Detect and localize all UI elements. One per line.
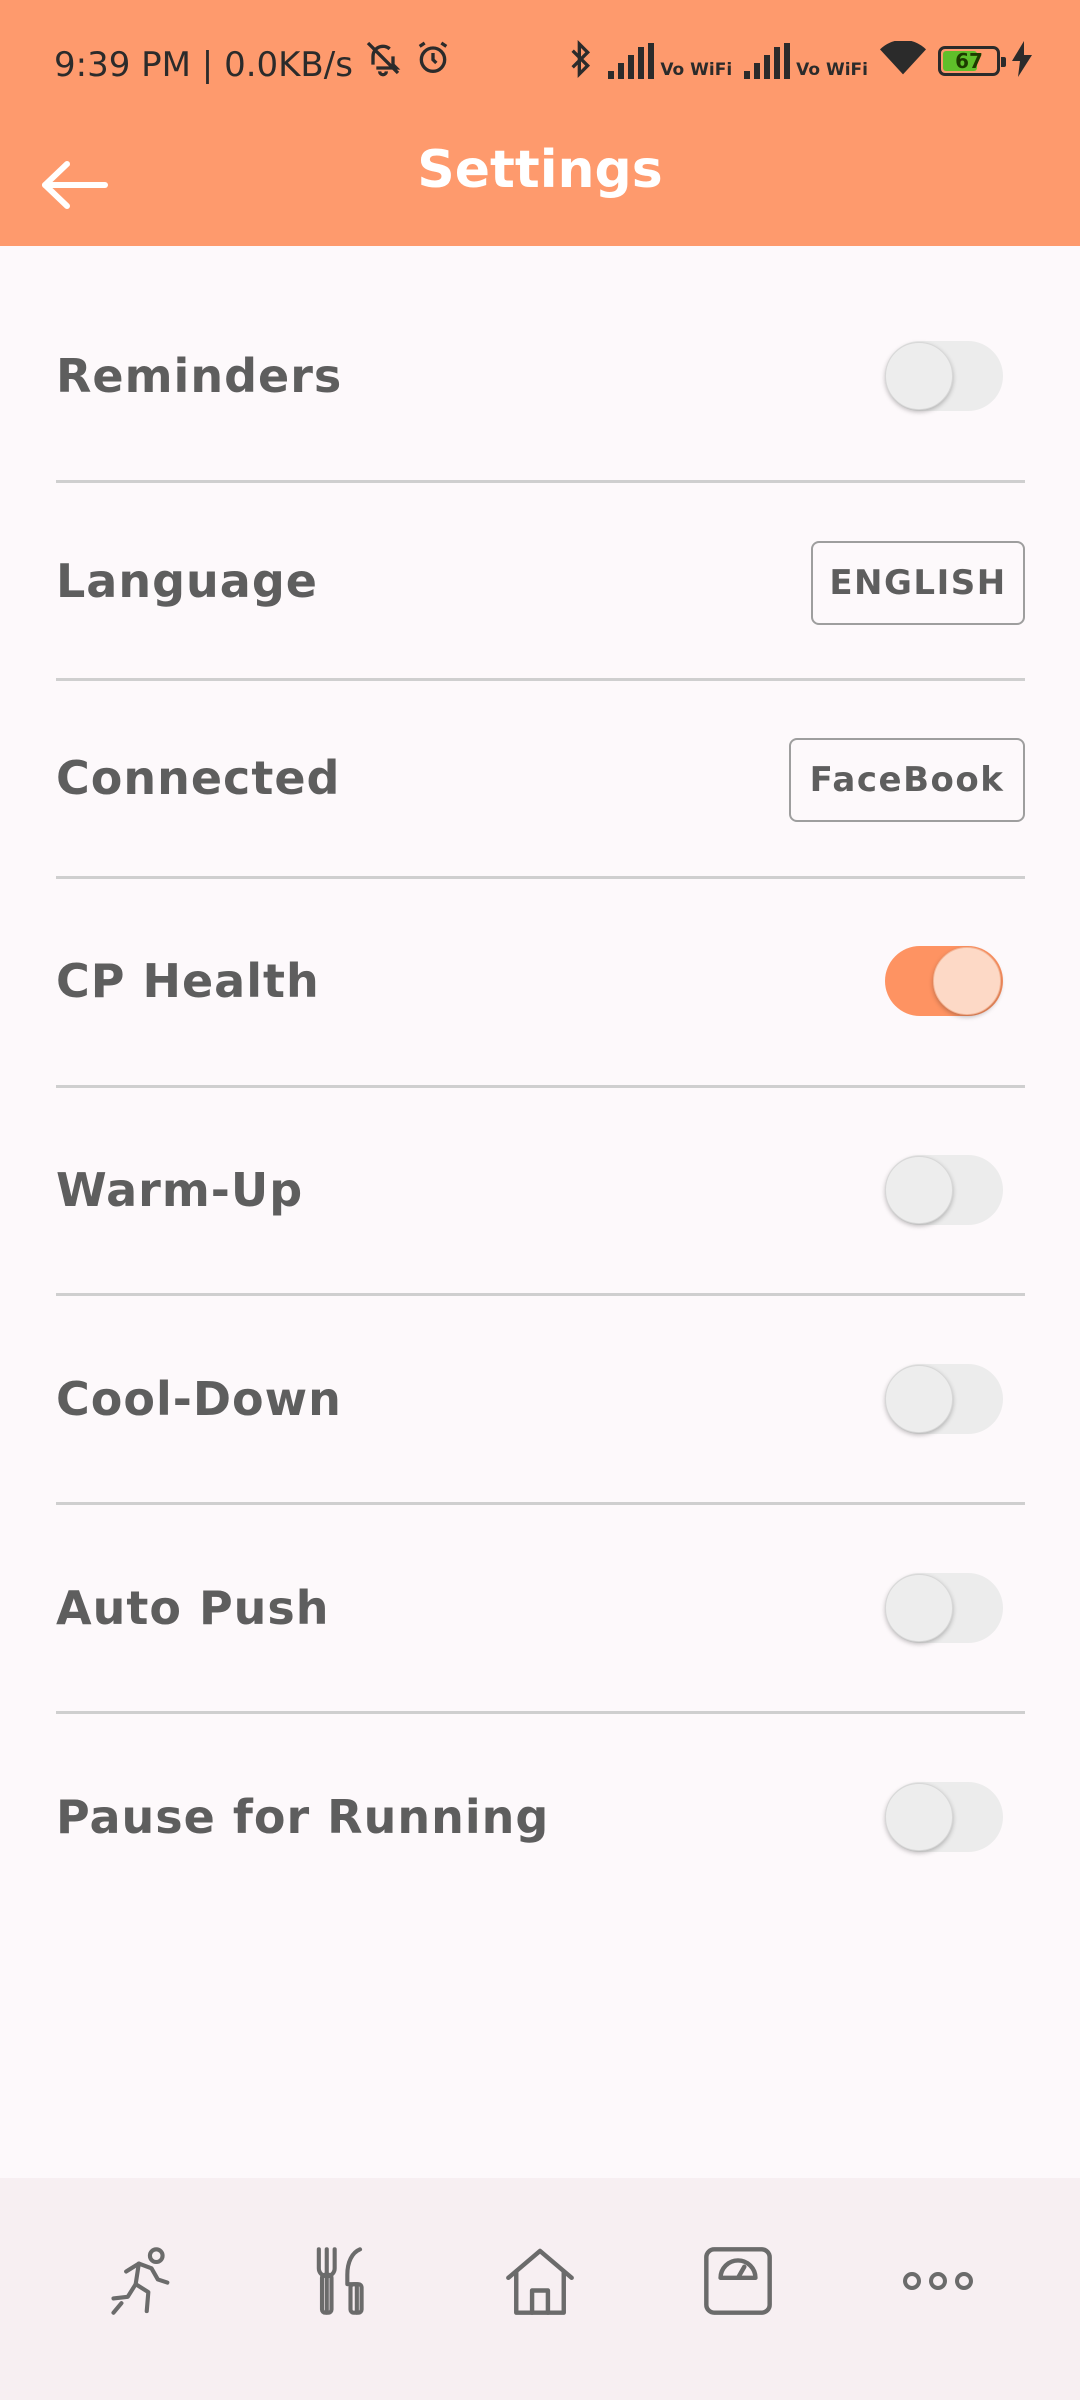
divider (56, 1293, 1025, 1296)
fork-knife-icon (303, 2243, 379, 2323)
nav-diet[interactable] (276, 2218, 406, 2348)
divider (56, 678, 1025, 681)
battery-nub (1001, 57, 1006, 67)
toggle-thumb (933, 947, 1001, 1015)
app-header: 9:39 PM | 0.0KB/s Vo WiFi Vo WiFi 67 Set… (0, 0, 1080, 246)
nav-scale[interactable] (673, 2218, 803, 2348)
running-icon (104, 2243, 180, 2323)
toggle-thumb (885, 1574, 953, 1642)
scale-icon (700, 2243, 776, 2323)
divider (56, 480, 1025, 483)
warm-up-label: Warm-Up (56, 1163, 304, 1217)
reminders-toggle[interactable] (885, 341, 1003, 411)
toggle-thumb (885, 1156, 953, 1224)
nav-home[interactable] (475, 2218, 605, 2348)
cool-down-label: Cool-Down (56, 1372, 342, 1426)
bottom-nav (0, 2178, 1080, 2400)
battery-level: 67 (955, 49, 983, 73)
divider (56, 1085, 1025, 1088)
page-title: Settings (417, 140, 663, 200)
warm-up-toggle[interactable] (885, 1155, 1003, 1225)
reminders-label: Reminders (56, 349, 343, 403)
divider (56, 1502, 1025, 1505)
nav-running[interactable] (77, 2218, 207, 2348)
status-time: 9:39 PM | 0.0KB/s (54, 44, 353, 85)
auto-push-toggle[interactable] (885, 1573, 1003, 1643)
language-button[interactable]: ENGLISH (811, 541, 1025, 625)
auto-push-label: Auto Push (56, 1581, 330, 1635)
bluetooth-icon (566, 39, 596, 83)
vowifi-label-2: Vo WiFi (796, 60, 868, 80)
signal-icon: Vo WiFi (608, 43, 732, 79)
toggle-thumb (885, 1365, 953, 1433)
nav-more[interactable] (873, 2218, 1003, 2348)
vowifi-label: Vo WiFi (660, 60, 733, 80)
status-bar: 9:39 PM | 0.0KB/s Vo WiFi Vo WiFi 67 (0, 0, 1080, 122)
divider (56, 876, 1025, 879)
cp-health-toggle[interactable] (885, 946, 1003, 1016)
more-icon (900, 2266, 976, 2300)
facebook-button[interactable]: FaceBook (789, 738, 1025, 822)
mute-icon (363, 38, 403, 91)
cool-down-toggle[interactable] (885, 1364, 1003, 1434)
connected-label: Connected (56, 751, 341, 805)
cp-health-label: CP Health (56, 954, 320, 1008)
language-label: Language (56, 554, 318, 608)
alarm-icon (413, 38, 453, 91)
signal-icon-2: Vo WiFi (744, 43, 868, 79)
charging-icon (1012, 41, 1032, 81)
status-left: 9:39 PM | 0.0KB/s (54, 38, 453, 91)
status-right: Vo WiFi Vo WiFi 67 (566, 36, 1032, 86)
pause-for-running-label: Pause for Running (56, 1790, 550, 1844)
wifi-icon (880, 39, 926, 81)
toolbar: Settings (0, 122, 1080, 246)
pause-for-running-toggle[interactable] (885, 1782, 1003, 1852)
battery-icon: 67 (938, 46, 1006, 76)
home-icon (502, 2243, 578, 2323)
toggle-thumb (885, 342, 953, 410)
divider (56, 1711, 1025, 1714)
toggle-thumb (885, 1783, 953, 1851)
